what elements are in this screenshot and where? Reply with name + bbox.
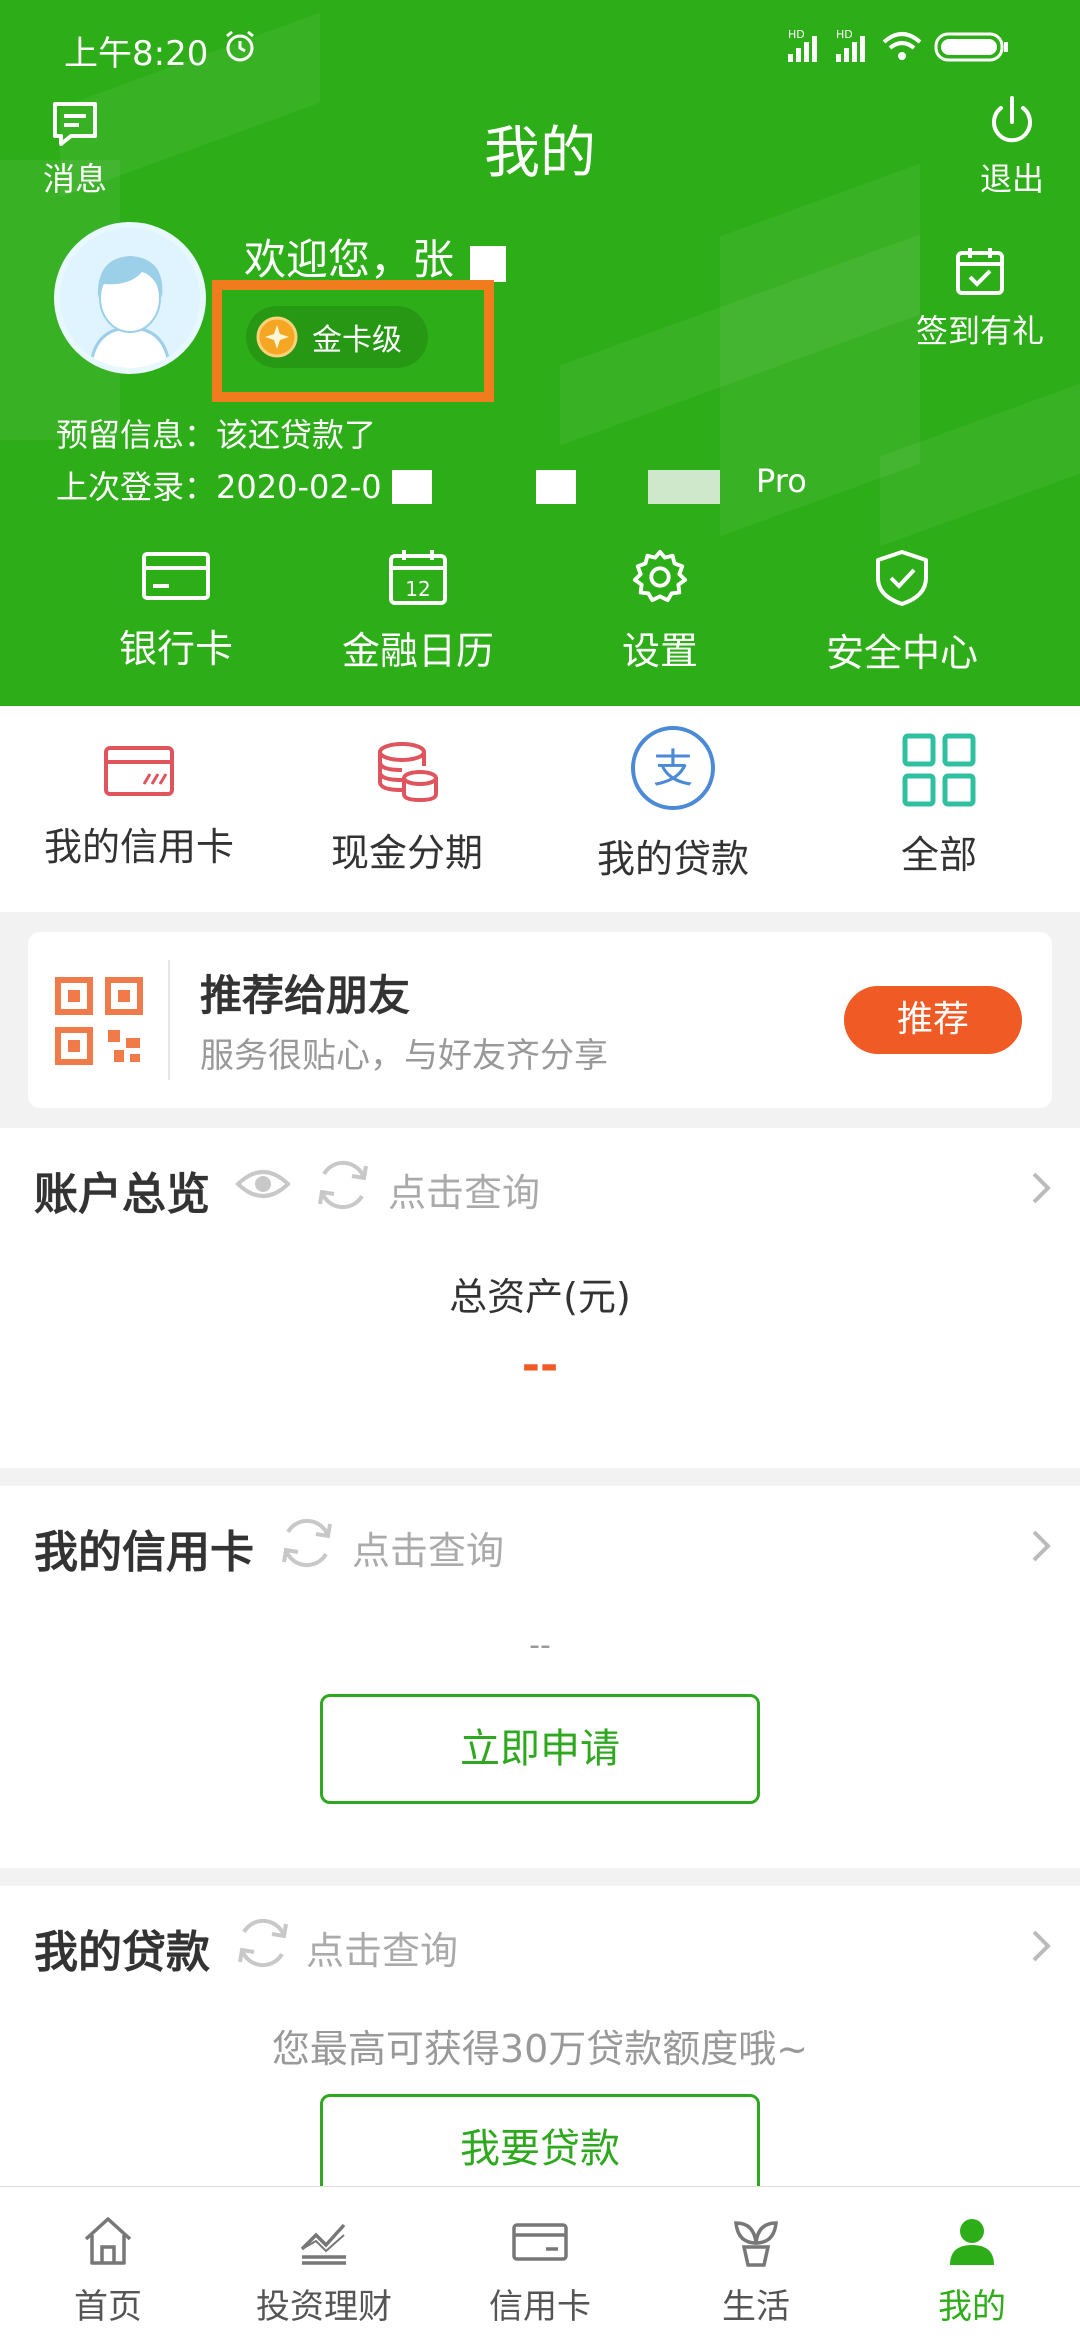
account-overview-title: 账户总览 (34, 1169, 210, 1220)
last-login: 上次登录：2020-02-0 (56, 468, 382, 506)
bottom-tab-bar: 首页 投资理财 信用卡 生活 我的 (0, 2186, 1080, 2340)
quick-label: 设置 (621, 629, 698, 673)
apply-now-button[interactable]: 立即申请 (320, 1694, 760, 1804)
gear-icon (632, 549, 688, 603)
credit-card-value: -- (529, 1628, 551, 1663)
credit-card-section: 我的信用卡 点击查询 -- 立即申请 (0, 1486, 1080, 1868)
tab-mine[interactable]: 我的 (864, 2213, 1080, 2328)
chevron-right-icon[interactable] (1028, 1168, 1054, 1208)
service-label: 全部 (900, 833, 977, 877)
total-assets-label: 总资产(元) (449, 1275, 631, 1319)
page-title: 我的 (484, 121, 596, 186)
status-icons: HD HD (784, 26, 1044, 66)
battery-icon (934, 32, 1008, 62)
calendar-icon: 12 (389, 550, 447, 605)
quick-label: 金融日历 (341, 629, 494, 673)
investment-chart-icon (300, 2223, 346, 2265)
privacy-mask (648, 470, 720, 504)
checkin-button[interactable]: 签到有礼 (890, 244, 1070, 352)
loan-title: 我的贷款 (34, 1927, 210, 1978)
tab-label: 投资理财 (256, 2287, 392, 2327)
service-all[interactable]: 全部 (824, 733, 1054, 879)
coins-icon (378, 742, 438, 803)
privacy-mask (470, 246, 506, 282)
svg-text:支: 支 (653, 746, 693, 792)
refresh-icon[interactable] (314, 1156, 372, 1214)
shield-check-icon (876, 550, 928, 606)
query-link[interactable]: 点击查询 (306, 1920, 458, 1975)
eye-icon[interactable] (234, 1164, 292, 1204)
privacy-mask (536, 470, 576, 504)
tab-label: 首页 (74, 2287, 142, 2327)
calendar-check-icon (956, 248, 1004, 295)
last-login-tail: Pro (756, 462, 807, 500)
quick-settings[interactable]: 设置 (560, 548, 760, 675)
quick-bank-card[interactable]: 银行卡 (76, 548, 276, 673)
quick-security-center[interactable]: 安全中心 (802, 548, 1002, 677)
service-label: 现金分期 (330, 831, 483, 875)
signal-icon-2: HD (836, 28, 865, 62)
quick-label: 银行卡 (118, 627, 233, 671)
card-icon (512, 2223, 568, 2261)
avatar[interactable] (54, 222, 206, 374)
refresh-icon[interactable] (234, 1914, 292, 1972)
alipay-icon: 支 (631, 726, 715, 810)
status-bar: 上午8:20 HD HD (0, 0, 1080, 92)
welcome-text: 欢迎您，张 (244, 235, 455, 284)
service-label: 我的贷款 (596, 837, 749, 881)
query-link[interactable]: 点击查询 (388, 1162, 540, 1217)
tab-label: 我的 (938, 2287, 1006, 2327)
highlight-box (212, 280, 494, 402)
alarm-icon (226, 30, 254, 62)
qr-code-icon (55, 977, 143, 1065)
svg-text:HD: HD (788, 28, 805, 41)
query-link[interactable]: 点击查询 (352, 1520, 504, 1575)
recommend-card[interactable]: 推荐给朋友 服务很贴心，与好友齐分享 推荐 (28, 932, 1052, 1108)
promo-title: 推荐给朋友 (200, 971, 411, 1020)
loan-section: 我的贷款 点击查询 您最高可获得30万贷款额度哦~ 我要贷款 (0, 1886, 1080, 2204)
tab-investment[interactable]: 投资理财 (216, 2213, 432, 2328)
divider (168, 960, 170, 1080)
chevron-right-icon[interactable] (1028, 1526, 1054, 1566)
chevron-right-icon[interactable] (1028, 1926, 1054, 1966)
reserved-info: 预留信息：该还贷款了 (56, 416, 377, 454)
wifi-icon (882, 32, 922, 60)
person-icon (950, 2219, 994, 2265)
service-my-credit-card[interactable]: 我的信用卡 (24, 740, 254, 871)
refresh-icon[interactable] (278, 1514, 336, 1572)
svg-text:HD: HD (836, 28, 853, 41)
signal-icon-1: HD (788, 28, 817, 62)
tab-credit-card[interactable]: 信用卡 (432, 2213, 648, 2328)
tab-home[interactable]: 首页 (0, 2213, 216, 2328)
power-icon (992, 96, 1032, 143)
credit-card-title: 我的信用卡 (34, 1527, 254, 1578)
home-icon (84, 2217, 132, 2265)
grid-icon (902, 733, 976, 807)
privacy-mask (392, 470, 432, 504)
account-overview-card: 账户总览 点击查询 总资产(元) -- (0, 1128, 1080, 1468)
recommend-button[interactable]: 推荐 (844, 986, 1022, 1054)
loan-message: 您最高可获得30万贷款额度哦~ (271, 2027, 809, 2071)
tab-life[interactable]: 生活 (648, 2213, 864, 2328)
avatar-image (60, 228, 200, 368)
total-assets-value: -- (521, 1340, 559, 1391)
promo-subtitle: 服务很贴心，与好友齐分享 (200, 1036, 608, 1076)
service-label: 我的信用卡 (43, 825, 234, 869)
quick-label: 安全中心 (825, 631, 978, 675)
service-cash-installment[interactable]: 现金分期 (292, 740, 522, 877)
bank-card-icon (142, 552, 210, 600)
svg-text:12: 12 (405, 577, 430, 601)
checkin-label: 签到有礼 (915, 312, 1044, 350)
status-time: 上午8:20 (64, 34, 209, 74)
sprout-icon (734, 2221, 778, 2267)
profile-header: 上午8:20 HD HD 消息 我的 退出 欢迎您，张 金卡级 签到有礼 预留信… (0, 0, 1080, 706)
tab-label: 信用卡 (489, 2287, 591, 2327)
quick-finance-calendar[interactable]: 12 金融日历 (318, 548, 518, 675)
service-my-loan[interactable]: 支 我的贷款 (558, 726, 788, 883)
credit-card-icon (104, 746, 174, 796)
logout-button[interactable]: 退出 (972, 94, 1052, 200)
logout-label: 退出 (979, 160, 1044, 198)
tab-label: 生活 (722, 2287, 790, 2327)
